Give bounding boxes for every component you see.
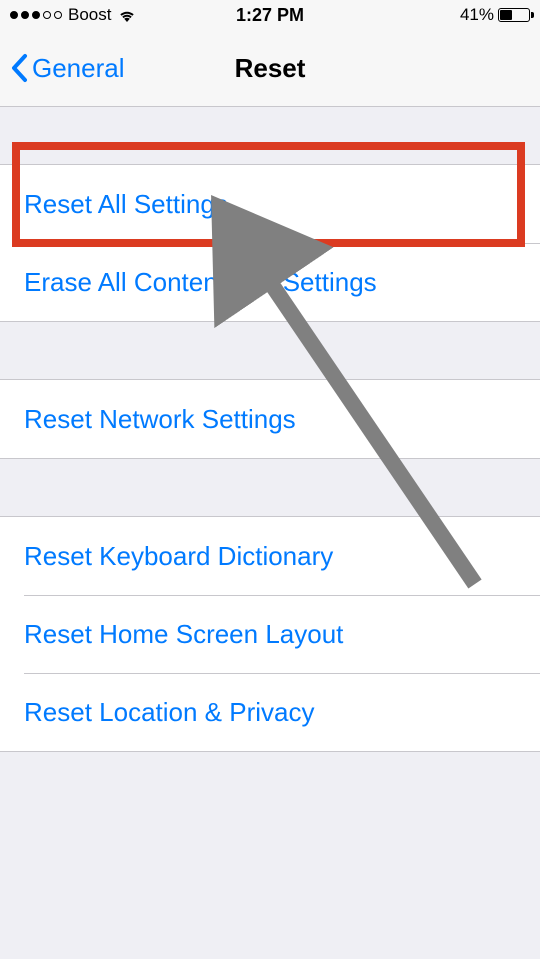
carrier-label: Boost [68, 5, 111, 25]
reset-keyboard-dictionary-cell[interactable]: Reset Keyboard Dictionary [0, 517, 540, 595]
status-right: 41% [460, 5, 530, 25]
status-bar: Boost 1:27 PM 41% [0, 0, 540, 30]
cell-label: Erase All Content and Settings [24, 267, 377, 298]
cell-label: Reset Home Screen Layout [24, 619, 343, 650]
reset-network-settings-cell[interactable]: Reset Network Settings [0, 380, 540, 458]
cell-group-2: Reset Network Settings [0, 379, 540, 459]
back-button[interactable]: General [10, 53, 125, 84]
content: Reset All Settings Erase All Content and… [0, 107, 540, 752]
group-spacer [0, 322, 540, 379]
battery-percentage: 41% [460, 5, 494, 25]
page-title: Reset [235, 53, 306, 84]
wifi-icon [117, 8, 137, 23]
battery-icon [498, 8, 530, 22]
erase-all-content-cell[interactable]: Erase All Content and Settings [24, 243, 540, 321]
chevron-left-icon [10, 53, 28, 83]
reset-home-screen-layout-cell[interactable]: Reset Home Screen Layout [24, 595, 540, 673]
cell-label: Reset All Settings [24, 189, 228, 220]
nav-bar: General Reset [0, 30, 540, 107]
cell-label: Reset Network Settings [24, 404, 296, 435]
reset-all-settings-cell[interactable]: Reset All Settings [0, 165, 540, 243]
cell-group-1: Reset All Settings Erase All Content and… [0, 164, 540, 322]
signal-strength-icon [10, 11, 62, 19]
cell-label: Reset Location & Privacy [24, 697, 314, 728]
reset-location-privacy-cell[interactable]: Reset Location & Privacy [24, 673, 540, 751]
back-label: General [32, 53, 125, 84]
status-time: 1:27 PM [236, 5, 304, 26]
group-spacer [0, 459, 540, 516]
cell-label: Reset Keyboard Dictionary [24, 541, 333, 572]
cell-group-3: Reset Keyboard Dictionary Reset Home Scr… [0, 516, 540, 752]
group-spacer [0, 107, 540, 164]
status-left: Boost [10, 5, 137, 25]
